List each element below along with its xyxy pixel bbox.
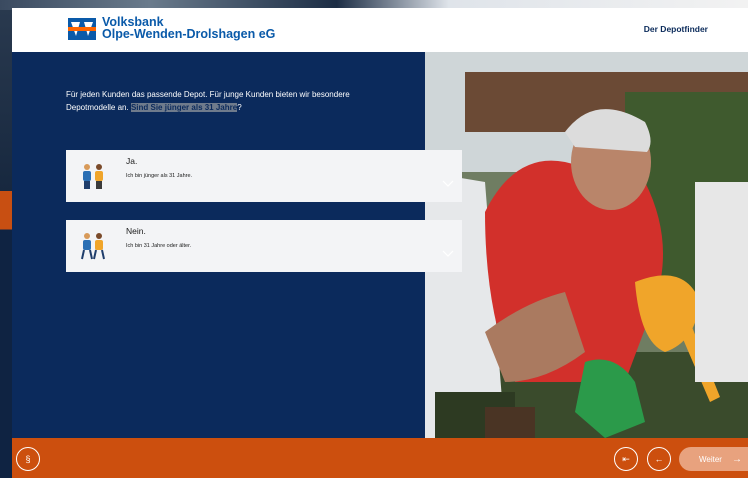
background-left-strip [0, 0, 12, 478]
arrow-right-icon: → [731, 453, 742, 465]
young-people-icon [83, 164, 103, 189]
option-yes-subtitle: Ich bin jünger als 31 Jahre. [126, 173, 193, 179]
option-no[interactable]: Nein. Ich bin 31 Jahre oder älter. [66, 220, 462, 272]
back-button[interactable]: ← [647, 447, 671, 471]
first-step-button[interactable]: ⇤ [614, 447, 638, 471]
option-yes-title: Ja. [126, 156, 138, 166]
intro-question: Sind Sie jünger als 31 Jahre [130, 103, 238, 112]
volksbank-logo-icon[interactable] [68, 18, 96, 40]
next-button-label: Weiter [699, 454, 722, 464]
garden-photo-illustration [425, 52, 748, 438]
legal-button[interactable]: § [16, 447, 40, 471]
bank-name[interactable]: Volksbank Olpe-Wenden-Drolshagen eG [102, 16, 276, 41]
hero-photo [425, 52, 748, 438]
next-button[interactable]: Weiter → [679, 447, 748, 471]
intro-text: Für jeden Kunden das passende Depot. Für… [66, 88, 366, 114]
option-no-title: Nein. [126, 226, 146, 236]
footer-bar: § ⇤ ← Weiter → [12, 438, 748, 478]
bank-name-line2: Olpe-Wenden-Drolshagen eG [102, 27, 276, 41]
option-yes[interactable]: Ja. Ich bin jünger als 31 Jahre. [66, 150, 462, 202]
chevron-down-icon [442, 250, 454, 257]
adult-people-icon [81, 233, 105, 260]
intro-question-mark: ? [237, 103, 242, 112]
option-no-subtitle: Ich bin 31 Jahre oder älter. [126, 243, 192, 249]
depotfinder-link[interactable]: Der Depotfinder [644, 24, 708, 34]
site-header: Volksbank Olpe-Wenden-Drolshagen eG Der … [12, 8, 748, 52]
chevron-down-icon [442, 180, 454, 187]
